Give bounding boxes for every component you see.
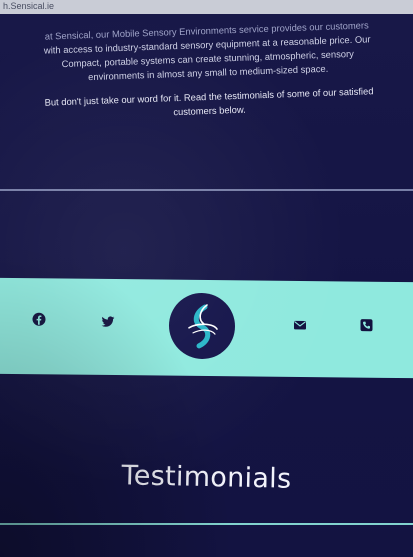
page-content: at Sensical, our Mobile Sensory Environm… xyxy=(0,14,413,557)
section-underline xyxy=(0,523,413,525)
twitter-icon[interactable] xyxy=(101,315,115,329)
section-divider xyxy=(0,189,413,191)
phone-icon[interactable] xyxy=(360,319,374,333)
facebook-icon[interactable] xyxy=(32,312,46,326)
address-url: h.Sensical.ie xyxy=(3,1,55,11)
browser-address-bar[interactable]: h.Sensical.ie xyxy=(0,0,413,14)
intro-quote-line-2: customers below. xyxy=(173,103,246,118)
intro-text-block: at Sensical, our Mobile Sensory Environm… xyxy=(10,17,406,135)
logo[interactable] xyxy=(169,292,235,360)
social-links-band xyxy=(0,277,413,379)
mail-icon[interactable] xyxy=(293,318,307,332)
section-title: Testimonials xyxy=(121,460,292,495)
